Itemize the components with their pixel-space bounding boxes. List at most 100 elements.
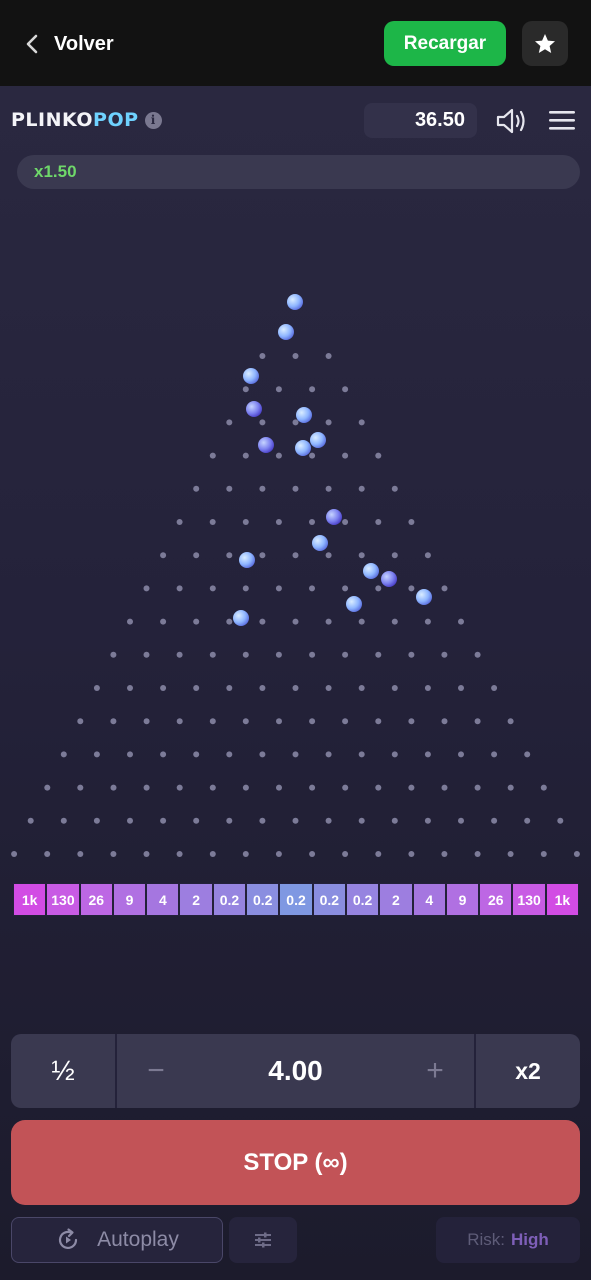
peg (441, 651, 448, 658)
ball (381, 571, 397, 587)
multiplier-bucket: 0.2 (279, 883, 313, 916)
peg (160, 552, 167, 559)
bet-amount-value[interactable]: 4.00 (268, 1055, 323, 1087)
peg (143, 718, 150, 725)
peg (209, 718, 216, 725)
autoplay-label: Autoplay (97, 1228, 179, 1251)
half-bet-button[interactable]: ½ (11, 1034, 117, 1108)
peg (309, 386, 316, 393)
increase-bet-button[interactable]: + (420, 1054, 450, 1088)
peg (325, 618, 332, 625)
top-bar: Volver Recargar (0, 0, 591, 86)
multiplier-bucket: 1k (545, 883, 580, 916)
peg (27, 817, 34, 824)
peg (342, 519, 349, 525)
peg (408, 585, 415, 592)
peg (193, 485, 200, 492)
peg (408, 519, 415, 525)
peg (259, 817, 266, 824)
peg (573, 851, 580, 857)
peg (292, 685, 299, 691)
peg (309, 851, 316, 857)
peg (491, 685, 498, 691)
peg (342, 452, 349, 459)
peg (309, 519, 315, 525)
logo-text: PLINKOPOP (11, 109, 139, 131)
peg (209, 585, 216, 592)
ball (258, 437, 274, 453)
back-button[interactable]: Volver (24, 24, 114, 64)
peg (275, 585, 282, 592)
peg (325, 419, 332, 426)
decrease-bet-button[interactable]: − (141, 1054, 171, 1088)
peg (242, 851, 249, 857)
peg (474, 718, 481, 725)
double-bet-button[interactable]: x2 (474, 1034, 580, 1108)
star-icon (535, 33, 555, 53)
peg (474, 784, 481, 791)
peg (292, 552, 299, 559)
peg (127, 817, 133, 824)
peg (292, 419, 299, 426)
peg (209, 851, 216, 857)
auto-settings-button[interactable] (229, 1217, 297, 1263)
peg-field (11, 353, 580, 857)
peg (391, 485, 398, 492)
ball (287, 294, 303, 310)
peg (226, 618, 233, 625)
peg (342, 851, 349, 857)
risk-selector[interactable]: Risk: High (436, 1217, 580, 1263)
peg (60, 817, 67, 824)
peg (540, 851, 547, 857)
peg (507, 851, 514, 857)
peg (474, 851, 481, 857)
multiplier-bucket: 4 (412, 883, 446, 916)
stop-button[interactable]: STOP (∞) (11, 1120, 580, 1205)
peg (325, 685, 332, 691)
peg (176, 718, 183, 725)
ball (278, 324, 294, 340)
peg (77, 851, 84, 857)
peg (176, 784, 183, 791)
peg (259, 552, 266, 559)
peg (275, 386, 282, 393)
ball-group (233, 294, 432, 626)
peg (193, 817, 200, 824)
info-icon[interactable]: i (144, 111, 162, 129)
hamburger-menu-icon[interactable] (548, 108, 576, 132)
reload-button[interactable]: Recargar (384, 21, 506, 66)
back-label: Volver (54, 32, 114, 55)
multiplier-bucket: 0.2 (246, 883, 280, 916)
multiplier-bucket: 26 (79, 883, 113, 916)
multiplier-bucket: 2 (179, 883, 213, 916)
peg (143, 784, 150, 791)
peg (259, 751, 266, 758)
multiplier-bucket: 26 (479, 883, 513, 916)
multiplier-bucket: 1k (13, 883, 47, 916)
peg (209, 519, 216, 525)
ball (310, 432, 326, 448)
peg (93, 751, 100, 758)
risk-value: High (511, 1230, 549, 1249)
peg (193, 618, 200, 625)
peg (375, 784, 382, 791)
peg (143, 851, 150, 857)
peg (275, 851, 282, 857)
peg (524, 817, 531, 824)
peg (507, 784, 514, 791)
favorite-button[interactable] (522, 21, 568, 66)
peg (276, 784, 282, 791)
peg (441, 718, 448, 725)
speaker-icon[interactable] (495, 106, 529, 136)
autoplay-button[interactable]: Autoplay (11, 1217, 223, 1263)
game-logo: PLINKOPOP i (11, 108, 162, 132)
peg (193, 751, 200, 758)
peg (259, 419, 266, 426)
peg (242, 386, 249, 393)
peg (309, 585, 315, 592)
peg (242, 519, 249, 525)
peg (242, 452, 249, 459)
ball (243, 368, 259, 384)
peg (458, 751, 464, 758)
peg (408, 784, 415, 791)
